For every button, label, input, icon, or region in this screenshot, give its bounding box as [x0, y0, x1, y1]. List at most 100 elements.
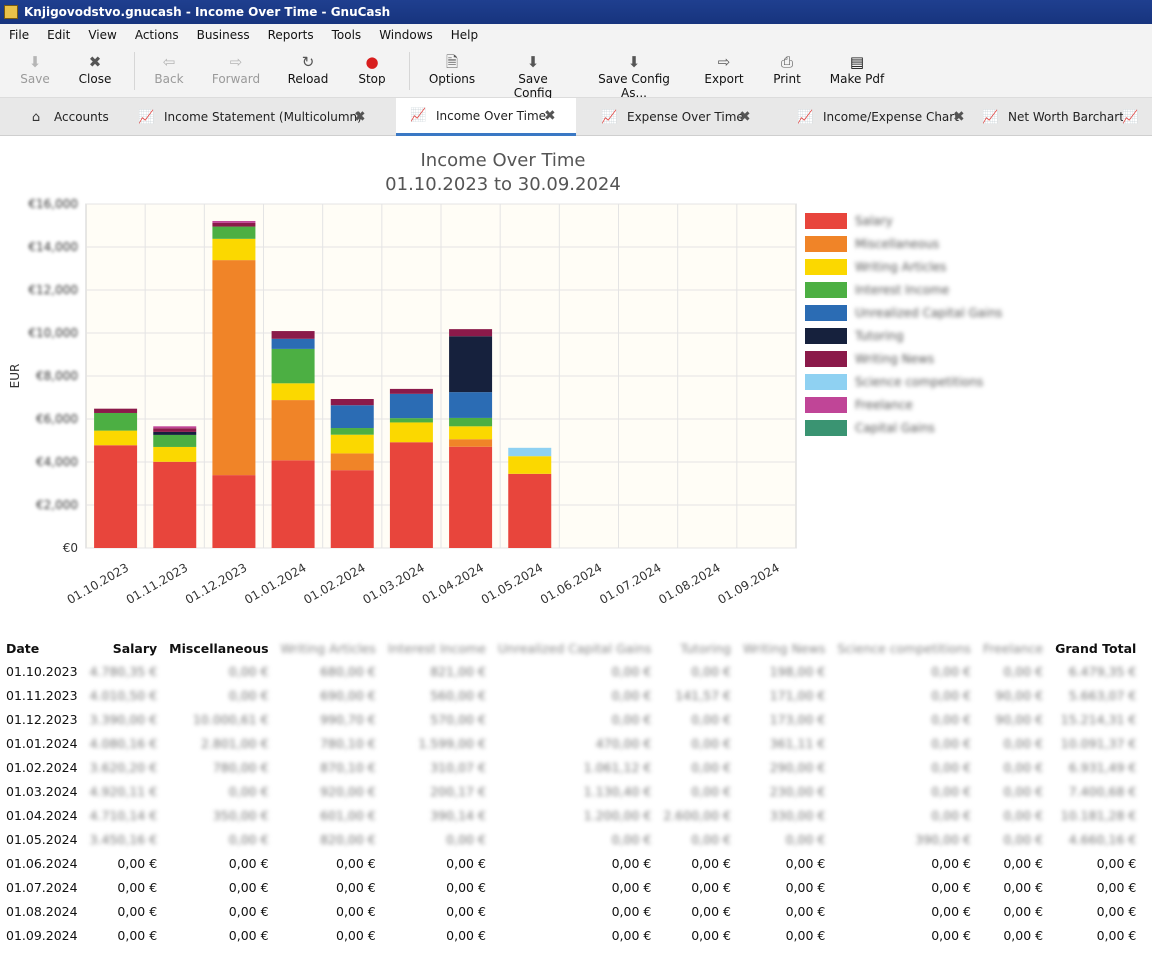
- legend-swatch: [805, 328, 847, 344]
- table-cell: 171,00 €: [769, 687, 826, 703]
- menu-reports[interactable]: Reports: [259, 28, 323, 42]
- bar-segment: [449, 392, 493, 418]
- tab-close-icon[interactable]: ✖: [544, 108, 556, 124]
- table-cell: 01.04.2024: [6, 807, 78, 823]
- table-cell: 0,00 €: [611, 879, 652, 895]
- bar-segment: [330, 470, 374, 548]
- table-cell: 173,00 €: [769, 711, 826, 727]
- menu-business[interactable]: Business: [188, 28, 259, 42]
- table-cell: 3.450,16 €: [89, 831, 158, 847]
- table-cell: 0,00 €: [691, 711, 731, 727]
- table-cell: 01.12.2023: [6, 711, 78, 727]
- window-title: Knjigovodstvo.gnucash - Income Over Time…: [24, 5, 391, 19]
- legend-label: Tutoring: [854, 329, 904, 343]
- tab-close-icon[interactable]: ✖: [953, 109, 965, 125]
- menu-edit[interactable]: Edit: [38, 28, 79, 42]
- tab-close-icon[interactable]: ✖: [739, 109, 751, 125]
- export-button[interactable]: ⇨ Export: [702, 52, 746, 94]
- reload-button[interactable]: ↻ Reload: [282, 52, 334, 94]
- legend-label: Miscellaneous: [855, 237, 939, 251]
- print-button[interactable]: ⎙ Print: [768, 52, 806, 94]
- table-row: 01.10.2023 4.780,35 € 0,00 € 680,00 € 821,00…: [0, 659, 1142, 683]
- make-pdf-button[interactable]: ▤ Make Pdf: [828, 52, 886, 94]
- table-cell: 0,00 €: [931, 711, 971, 727]
- tab-income-over-time[interactable]: 📈 Income Over Time ✖: [396, 98, 576, 136]
- bar-segment: [389, 393, 433, 419]
- x-axis-labels: 01.10.202301.11.202301.12.202301.01.2024…: [65, 560, 782, 606]
- bar-segment: [153, 428, 197, 432]
- close-button[interactable]: ✖ Close: [72, 52, 118, 94]
- menu-file[interactable]: File: [0, 28, 38, 42]
- toolbar-separator: [409, 52, 410, 90]
- menu-windows[interactable]: Windows: [370, 28, 442, 42]
- legend-swatch: [805, 374, 847, 390]
- accounts-icon: ⌂: [31, 109, 41, 125]
- close-label: Close: [78, 72, 112, 86]
- table-cell: 4.710,14 €: [89, 807, 158, 823]
- menu-actions[interactable]: Actions: [126, 28, 188, 42]
- table-cell: 90,00 €: [995, 711, 1044, 727]
- options-button[interactable]: 🗎 Options: [426, 52, 478, 94]
- table-cell: 0,00 €: [785, 855, 826, 871]
- table-cell: 0,00 €: [117, 903, 158, 919]
- save-config-as-button[interactable]: ⬇ Save Config As...: [588, 52, 680, 100]
- tab-accounts[interactable]: ⌂ Accounts: [28, 98, 128, 136]
- table-cell: 0,00 €: [1003, 735, 1044, 751]
- table-row: 01.07.2024 0,00 € 0,00 € 0,00 € 0,00 € 0,00 €…: [0, 875, 1142, 899]
- table-cell: 780,00 €: [212, 759, 269, 775]
- table-cell: 0,00 €: [691, 927, 731, 943]
- menu-tools[interactable]: Tools: [323, 28, 371, 42]
- table-cell: 0,00 €: [446, 879, 486, 895]
- bar-segment: [330, 399, 374, 406]
- table-cell: 4.010,50 €: [89, 687, 158, 703]
- table-cell: 0,00 €: [117, 927, 158, 943]
- tab-income-statement[interactable]: 📈 Income Statement (Multicolumn) ✖: [138, 98, 388, 136]
- menu-help[interactable]: Help: [442, 28, 487, 42]
- bar-segment: [212, 260, 256, 476]
- bar-segment: [449, 426, 493, 440]
- report-table: Date Salary Miscellaneous Writing Articles I…: [0, 637, 1142, 947]
- bar-segment: [330, 434, 374, 454]
- legend-label: Writing News: [855, 352, 934, 366]
- legend-label: Freelance: [855, 398, 913, 412]
- table-cell: 5.663,07 €: [1068, 687, 1137, 703]
- chart-icon: 📈: [1122, 109, 1139, 125]
- table-cell: 0,00 €: [691, 855, 731, 871]
- stop-button[interactable]: ● Stop: [350, 52, 394, 94]
- table-cell: 4.080,16 €: [89, 735, 158, 751]
- legend-label: Salary: [855, 214, 893, 228]
- menu-view[interactable]: View: [79, 28, 125, 42]
- export-label: Export: [704, 72, 744, 86]
- bar-segment: [153, 446, 197, 462]
- x-tick-label: 01.12.2023: [183, 560, 250, 606]
- table-cell: 330,00 €: [769, 807, 826, 823]
- column-header: Freelance: [982, 640, 1044, 656]
- tab-income-expense-chart[interactable]: 📈 Income/Expense Chart ✖: [797, 98, 972, 136]
- table-cell: 0,00 €: [931, 927, 971, 943]
- table-cell: 0,00 €: [611, 855, 652, 871]
- bar-segment: [271, 348, 315, 384]
- x-tick-label: 01.03.2024: [360, 560, 427, 606]
- options-icon: 🗎: [445, 53, 459, 71]
- back-button[interactable]: ⇦ Back: [146, 52, 192, 94]
- chart-subtitle: 01.10.2023 to 30.09.2024: [385, 174, 621, 195]
- forward-button[interactable]: ⇨ Forward: [206, 52, 266, 94]
- save-config-button[interactable]: ⬇ Save Config: [500, 52, 566, 100]
- income-over-time-chart: Income Over Time 01.10.2023 to 30.09.202…: [8, 150, 1002, 607]
- bar-segment: [94, 412, 138, 431]
- table-cell: 0,00 €: [931, 903, 971, 919]
- y-tick-label: €0: [63, 541, 78, 555]
- tab-net-worth-barchart[interactable]: 📈 Net Worth Barchart 📈: [982, 98, 1152, 136]
- legend-swatch: [805, 213, 847, 229]
- legend-label: Unrealized Capital Gains: [855, 306, 1002, 320]
- table-cell: 0,00 €: [336, 879, 376, 895]
- save-button[interactable]: ⬇ Save: [12, 52, 58, 94]
- table-cell: 0,00 €: [1003, 879, 1044, 895]
- bar-segment: [449, 439, 493, 447]
- table-cell: 601,00 €: [320, 807, 376, 823]
- table-cell: 1.130,40 €: [583, 783, 652, 799]
- tab-expense-over-time[interactable]: 📈 Expense Over Time ✖: [601, 98, 771, 136]
- save-config-as-icon: ⬇: [627, 53, 641, 71]
- table-cell: 0,00 €: [1003, 783, 1044, 799]
- tab-close-icon[interactable]: ✖: [354, 109, 366, 125]
